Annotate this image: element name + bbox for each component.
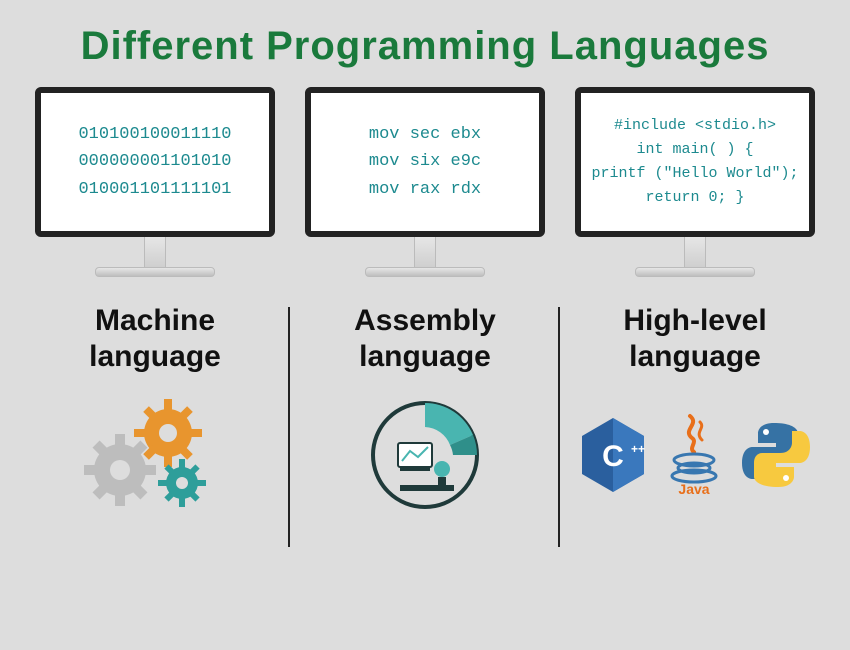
code-line: mov six e9c [369, 148, 481, 175]
screen-machine: 010100100011110 000000001101010 01000110… [35, 87, 275, 237]
svg-text:C: C [602, 440, 624, 473]
screen-highlevel: #include <stdio.h> int main( ) { printf … [575, 87, 815, 237]
label-line1: Assembly [354, 304, 496, 337]
page-title: Different Programming Languages [0, 0, 850, 87]
monitor-stand-base [635, 267, 755, 277]
label-machine: Machine language [89, 303, 221, 375]
monitor-assembly: mov sec ebx mov six e9c mov rax rdx [305, 87, 545, 277]
monitor-machine: 010100100011110 000000001101010 01000110… [35, 87, 275, 277]
code-line: mov sec ebx [369, 121, 481, 148]
col-highlevel: #include <stdio.h> int main( ) { printf … [560, 87, 830, 515]
code-line: mov rax rdx [369, 176, 481, 203]
cpp-logo-icon: C ++ [578, 416, 648, 494]
label-line1: High-level [623, 304, 766, 337]
monitor-stand-neck [144, 237, 166, 267]
code-line: int main( ) { [636, 138, 753, 162]
label-highlevel: High-level language [623, 303, 766, 375]
java-label: Java [678, 481, 709, 497]
java-logo-icon: Java [662, 412, 726, 498]
monitor-stand-neck [684, 237, 706, 267]
svg-text:++: ++ [631, 442, 645, 456]
monitor-highlevel: #include <stdio.h> int main( ) { printf … [575, 87, 815, 277]
label-line2: language [359, 340, 491, 373]
code-line: #include <stdio.h> [614, 114, 776, 138]
monitor-stand-base [365, 267, 485, 277]
language-logos: C ++ Java [578, 395, 812, 515]
python-logo-icon [740, 419, 812, 491]
code-line: 000000001101010 [78, 148, 231, 175]
gears-icon [80, 395, 230, 515]
code-line: printf ("Hello World"); [591, 162, 798, 186]
screen-assembly: mov sec ebx mov six e9c mov rax rdx [305, 87, 545, 237]
label-line1: Machine [95, 304, 215, 337]
monitor-stand-base [95, 267, 215, 277]
code-line: 010001101111101 [78, 176, 231, 203]
columns-container: 010100100011110 000000001101010 01000110… [0, 87, 850, 515]
label-line2: language [89, 340, 221, 373]
col-assembly: mov sec ebx mov six e9c mov rax rdx Asse… [290, 87, 560, 515]
code-line: 010100100011110 [78, 121, 231, 148]
label-assembly: Assembly language [354, 303, 496, 375]
dashboard-chart-icon [360, 395, 490, 515]
col-machine: 010100100011110 000000001101010 01000110… [20, 87, 290, 515]
monitor-stand-neck [414, 237, 436, 267]
code-line: return 0; } [645, 186, 744, 210]
label-line2: language [629, 340, 761, 373]
